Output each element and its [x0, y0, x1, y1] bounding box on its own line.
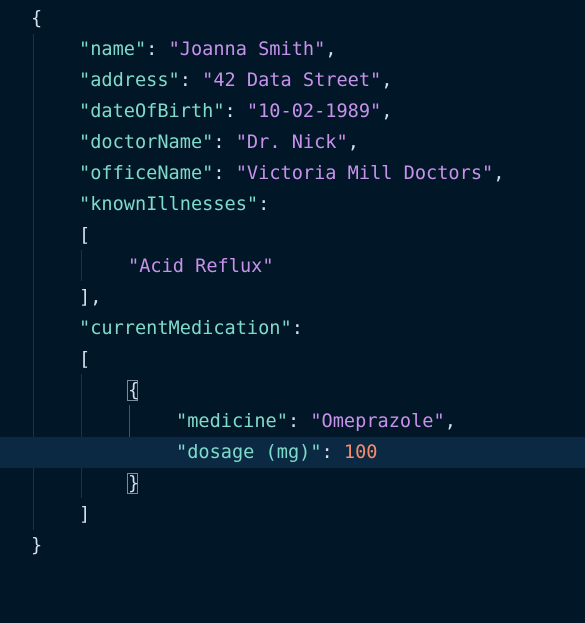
json-number-value: 100 — [343, 442, 378, 463]
code-line-close-bracket: ] — [0, 499, 585, 530]
code-line-medicine: "medicine": "Omeprazole", — [0, 406, 585, 437]
json-string-value: "Acid Reflux" — [128, 256, 274, 277]
code-line-office-name: "officeName": "Victoria Mill Doctors", — [0, 158, 585, 189]
json-key: "address" — [79, 70, 180, 91]
code-line-open-bracket: [ — [0, 220, 585, 251]
json-separator: : — [213, 132, 236, 153]
json-separator: : — [146, 39, 169, 60]
closing-brace: } — [128, 473, 140, 494]
code-line-address: "address": "42 Data Street", — [0, 65, 585, 96]
json-key: "currentMedication" — [79, 318, 292, 339]
code-line-close-bracket: ], — [0, 282, 585, 313]
json-key: "name" — [79, 39, 147, 60]
json-key: "medicine" — [176, 411, 288, 432]
json-string-value: "Dr. Nick" — [235, 132, 348, 153]
json-key: "officeName" — [79, 163, 214, 184]
code-line-date-of-birth: "dateOfBirth": "10-02-1989", — [0, 96, 585, 127]
opening-brace: { — [31, 8, 43, 29]
json-string-value: "Joanna Smith" — [168, 39, 326, 60]
code-line-open-brace: { — [0, 3, 585, 34]
json-separator: : — [321, 442, 344, 463]
opening-bracket: [ — [79, 349, 91, 370]
code-line-close-brace-inner: } — [0, 468, 585, 499]
json-comma: , — [444, 411, 456, 432]
json-string-value: "Victoria Mill Doctors" — [235, 163, 494, 184]
json-comma: , — [381, 101, 393, 122]
json-separator: : — [291, 318, 303, 339]
json-comma: , — [381, 70, 393, 91]
json-separator: : — [213, 163, 236, 184]
json-key: "dosage (mg)" — [176, 442, 322, 463]
closing-bracket: ] — [79, 504, 91, 525]
json-code-editor[interactable]: { "name": "Joanna Smith", "address": "42… — [0, 0, 585, 568]
code-line-open-brace-inner: { — [0, 375, 585, 406]
json-key: "doctorName" — [79, 132, 214, 153]
code-line-current-medication: "currentMedication": — [0, 313, 585, 344]
code-line-close-brace: } — [0, 530, 585, 561]
json-separator: : — [224, 101, 247, 122]
code-line-name: "name": "Joanna Smith", — [0, 34, 585, 65]
closing-brace: } — [31, 535, 43, 556]
json-key: "dateOfBirth" — [79, 101, 225, 122]
json-separator: : — [258, 194, 270, 215]
opening-bracket: [ — [79, 225, 91, 246]
json-key: "knownIllnesses" — [79, 194, 259, 215]
json-comma: , — [347, 132, 359, 153]
code-line-illness-item: "Acid Reflux" — [0, 251, 585, 282]
code-line-known-illnesses: "knownIllnesses": — [0, 189, 585, 220]
json-string-value: "Omeprazole" — [310, 411, 445, 432]
code-line-dosage-current[interactable]: "dosage (mg)": 100 — [0, 437, 585, 468]
code-line-doctor-name: "doctorName": "Dr. Nick", — [0, 127, 585, 158]
json-comma: , — [325, 39, 337, 60]
json-comma: , — [493, 163, 505, 184]
json-string-value: "10-02-1989" — [246, 101, 382, 122]
code-line-open-bracket: [ — [0, 344, 585, 375]
opening-brace: { — [128, 380, 140, 401]
json-separator: : — [287, 411, 311, 432]
json-separator: : — [179, 70, 203, 91]
json-string-value: "42 Data Street" — [202, 70, 382, 91]
closing-bracket: ], — [79, 287, 102, 308]
